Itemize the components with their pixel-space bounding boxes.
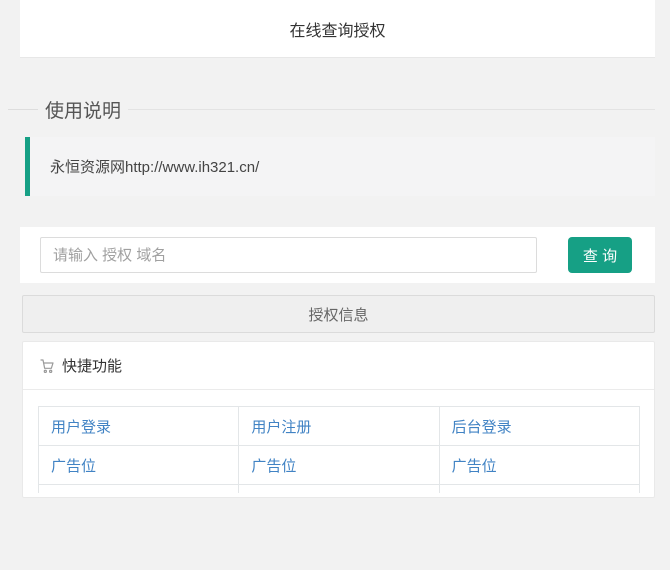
site-url-quote: 永恒资源网http://www.ih321.cn/	[25, 137, 655, 196]
ad-slot-link[interactable]: 广告位	[51, 458, 96, 475]
ad-slot-link[interactable]: 广告位	[251, 458, 296, 475]
quick-link-cell: 广告位	[439, 446, 639, 485]
auth-info-bar: 授权信息	[22, 295, 655, 333]
domain-search-input[interactable]	[40, 237, 537, 273]
ad-slot-link[interactable]: 广告位	[452, 458, 497, 475]
quick-functions-title: 快捷功能	[62, 355, 122, 376]
usage-section-heading: 使用说明	[8, 96, 655, 122]
quick-links-row: 用户登录 用户注册 后台登录	[39, 407, 640, 446]
quick-functions-card: 快捷功能 用户登录 用户注册 后台登录 广告位 广告位 广告位	[22, 341, 655, 498]
auth-info-label: 授权信息	[308, 304, 368, 325]
search-card: 查 询	[20, 227, 655, 283]
quick-link-cell: 用户登录	[39, 407, 239, 446]
usage-heading-text: 使用说明	[38, 96, 128, 123]
quick-link-cell: 用户注册	[239, 407, 439, 446]
cart-icon	[39, 358, 55, 374]
site-url-text: 永恒资源网http://www.ih321.cn/	[50, 159, 259, 176]
heading-rule-right	[128, 109, 655, 110]
query-button[interactable]: 查 询	[568, 237, 632, 273]
admin-login-link[interactable]: 后台登录	[452, 419, 512, 436]
quick-links-row: 广告位 广告位 广告位	[39, 446, 640, 485]
page-title: 在线查询授权	[289, 17, 385, 41]
quick-links-table: 用户登录 用户注册 后台登录 广告位 广告位 广告位	[38, 406, 640, 493]
quick-link-cell: 广告位	[39, 446, 239, 485]
quick-functions-body: 用户登录 用户注册 后台登录 广告位 广告位 广告位	[23, 390, 654, 497]
quick-functions-header: 快捷功能	[23, 342, 654, 390]
user-register-link[interactable]: 用户注册	[251, 419, 311, 436]
user-login-link[interactable]: 用户登录	[51, 419, 111, 436]
page-header: 在线查询授权	[20, 0, 655, 58]
quick-link-cell: 广告位	[239, 446, 439, 485]
quick-links-stub-row	[39, 485, 640, 494]
quick-link-cell: 后台登录	[439, 407, 639, 446]
heading-rule-left	[8, 109, 38, 110]
